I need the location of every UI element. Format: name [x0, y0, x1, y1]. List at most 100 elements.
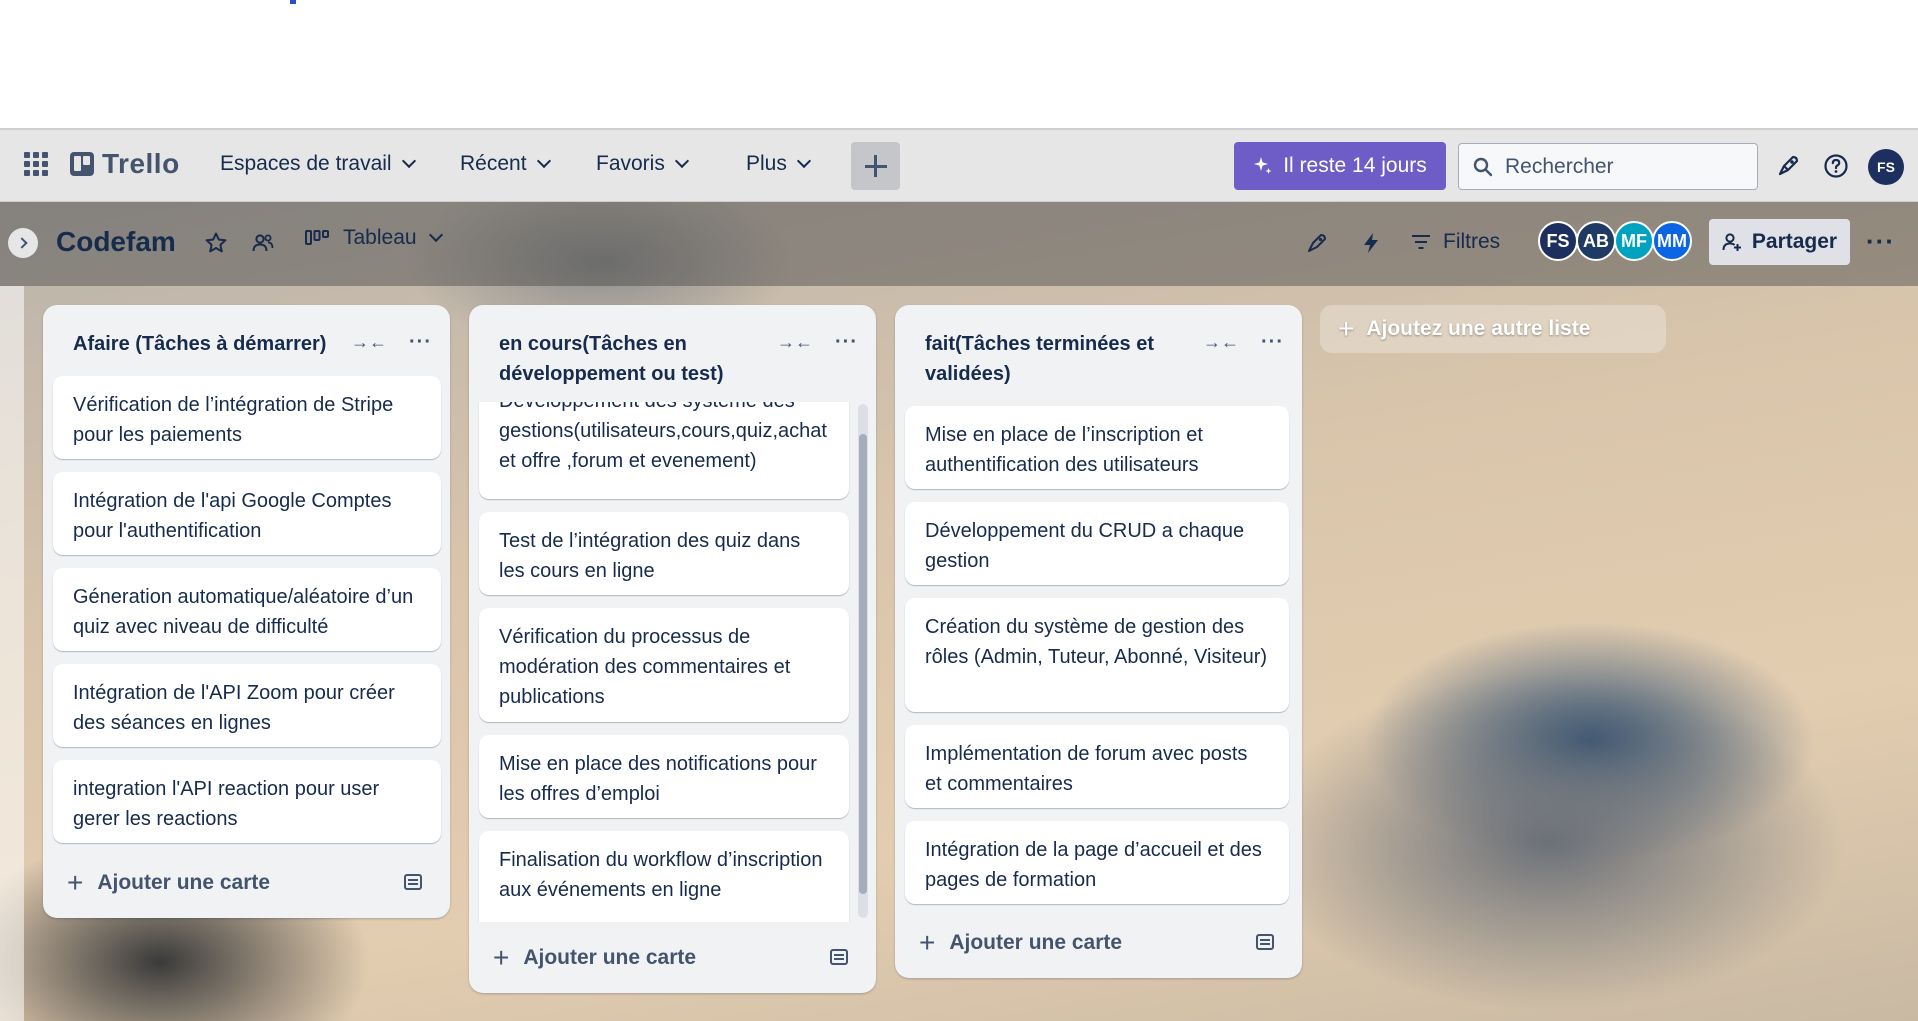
- board-edge: [0, 286, 24, 1021]
- member-avatar[interactable]: FS: [1538, 221, 1578, 261]
- view-switcher[interactable]: Tableau: [305, 226, 443, 250]
- board-title[interactable]: Codefam: [56, 226, 176, 258]
- share-button[interactable]: Partager: [1709, 219, 1850, 265]
- trello-logo-icon: [70, 152, 94, 176]
- add-card-button[interactable]: + Ajouter une carte: [919, 927, 1122, 959]
- trial-label: Il reste 14 jours: [1283, 154, 1427, 177]
- nav-label: Favoris: [596, 152, 665, 175]
- card[interactable]: Intégration de l'API Zoom pour créer des…: [53, 664, 441, 747]
- card[interactable]: Géneration automatique/aléatoire d’un qu…: [53, 568, 441, 651]
- card-template-icon[interactable]: [1256, 934, 1274, 950]
- list-actions: →← ···: [777, 331, 858, 354]
- chevron-down-icon: [796, 153, 811, 169]
- search-input[interactable]: [1505, 154, 1745, 179]
- add-person-icon: [1722, 233, 1741, 251]
- scrollbar-thumb[interactable]: [859, 434, 867, 894]
- list-scrollbar[interactable]: [858, 404, 868, 918]
- card[interactable]: Finalisation du workflow d’inscription a…: [479, 831, 849, 922]
- app-switcher-icon[interactable]: [24, 152, 48, 176]
- collapse-list-icon[interactable]: →←: [1203, 332, 1239, 353]
- card-list-scroll[interactable]: Développement des système des gestions(u…: [469, 402, 876, 922]
- plus-icon: +: [919, 927, 936, 958]
- member-avatar[interactable]: MM: [1652, 221, 1692, 261]
- chevron-down-icon: [674, 153, 689, 169]
- list-title[interactable]: en cours(Tâches en développement ou test…: [499, 329, 759, 389]
- nav-recent[interactable]: Récent: [460, 152, 551, 176]
- card[interactable]: Intégration de la page d’accueil et des …: [905, 821, 1289, 904]
- list-title[interactable]: fait(Tâches terminées et validées): [925, 329, 1185, 389]
- share-label: Partager: [1751, 230, 1838, 253]
- collapse-list-icon[interactable]: →←: [777, 332, 813, 353]
- card[interactable]: Développement des système des gestions(u…: [479, 402, 849, 499]
- add-list-button[interactable]: + Ajoutez une autre liste: [1320, 305, 1666, 353]
- nav-label: Plus: [746, 152, 787, 175]
- nav-label: Espaces de travail: [220, 152, 392, 175]
- chevron-right-icon: [15, 237, 28, 249]
- filters-button[interactable]: Filtres: [1411, 230, 1500, 254]
- board-view-icon: [305, 230, 329, 245]
- list-in-progress: en cours(Tâches en développement ou test…: [469, 305, 876, 993]
- plus-icon: +: [67, 867, 84, 898]
- list-title[interactable]: Afaire (Tâches à démarrer): [73, 329, 343, 359]
- notifications-icon[interactable]: [1774, 152, 1802, 180]
- filter-icon: [1412, 235, 1430, 249]
- list-actions: →← ···: [1203, 331, 1284, 354]
- add-card-label: Ajouter une carte: [949, 931, 1123, 954]
- list-actions: →← ···: [351, 331, 432, 354]
- power-ups-icon[interactable]: [1304, 230, 1330, 256]
- trello-logo[interactable]: Trello: [70, 148, 180, 180]
- list-menu-icon[interactable]: ···: [1261, 331, 1284, 354]
- card[interactable]: Test de l’intégration des quiz dans les …: [479, 512, 849, 595]
- list-menu-icon[interactable]: ···: [409, 331, 432, 354]
- trial-button[interactable]: Il reste 14 jours: [1234, 142, 1446, 190]
- browser-page-top: [0, 0, 1918, 127]
- nav-more[interactable]: Plus: [746, 152, 811, 176]
- view-label: Tableau: [343, 226, 417, 249]
- plus-icon: +: [1338, 313, 1355, 344]
- card[interactable]: Développement du CRUD a chaque gestion: [905, 502, 1289, 585]
- user-avatar[interactable]: FS: [1868, 149, 1904, 185]
- create-button[interactable]: [851, 142, 900, 190]
- card[interactable]: Vérification du processus de modération …: [479, 608, 849, 722]
- app-header: Trello Espaces de travail Récent Favoris…: [0, 128, 1918, 202]
- collapse-list-icon[interactable]: →←: [351, 332, 387, 353]
- add-card-label: Ajouter une carte: [523, 946, 697, 969]
- add-card-button[interactable]: + Ajouter une carte: [493, 942, 696, 974]
- card[interactable]: Mise en place de l’inscription et authen…: [905, 406, 1289, 489]
- member-avatar[interactable]: MF: [1614, 221, 1654, 261]
- automation-icon[interactable]: [1358, 230, 1384, 256]
- chevron-down-icon: [428, 227, 443, 243]
- card[interactable]: Vérification de l’intégration de Stripe …: [53, 376, 441, 459]
- board-members: FS AB MF MM: [1538, 221, 1692, 261]
- card[interactable]: Mise en place des notifications pour les…: [479, 735, 849, 818]
- add-list-label: Ajoutez une autre liste: [1366, 317, 1591, 340]
- nav-label: Récent: [460, 152, 527, 175]
- nav-favorites[interactable]: Favoris: [596, 152, 689, 176]
- nav-workspaces[interactable]: Espaces de travail: [220, 152, 416, 176]
- card[interactable]: integration l'API reaction pour user ger…: [53, 760, 441, 843]
- search-box[interactable]: [1458, 143, 1758, 190]
- member-avatar[interactable]: AB: [1576, 221, 1616, 261]
- plus-icon-vertical: [874, 155, 877, 177]
- add-card-label: Ajouter une carte: [97, 871, 271, 894]
- list-menu-icon[interactable]: ···: [835, 331, 858, 354]
- help-icon[interactable]: [1822, 152, 1850, 180]
- logo-text: Trello: [102, 148, 180, 179]
- visibility-icon[interactable]: [250, 230, 276, 256]
- sparkle-icon: [1254, 157, 1272, 174]
- card[interactable]: Création du système de gestion des rôles…: [905, 598, 1289, 712]
- expand-sidebar-button[interactable]: [8, 228, 38, 258]
- add-card-button[interactable]: + Ajouter une carte: [67, 867, 270, 899]
- board-menu-icon[interactable]: ···: [1866, 226, 1895, 257]
- card[interactable]: Intégration de l'api Google Comptes pour…: [53, 472, 441, 555]
- card-template-icon[interactable]: [830, 949, 848, 965]
- text-fragment: [290, 0, 296, 4]
- card[interactable]: Implémentation de forum avec posts et co…: [905, 725, 1289, 808]
- filters-label: Filtres: [1443, 230, 1501, 253]
- search-icon: [1473, 157, 1493, 176]
- star-icon[interactable]: [203, 230, 229, 256]
- card-template-icon[interactable]: [404, 874, 422, 890]
- chevron-down-icon: [536, 153, 551, 169]
- list-done: fait(Tâches terminées et validées) →← ··…: [895, 305, 1302, 978]
- board-header: Codefam Tableau Filtres FS AB MF MM Part…: [0, 202, 1918, 286]
